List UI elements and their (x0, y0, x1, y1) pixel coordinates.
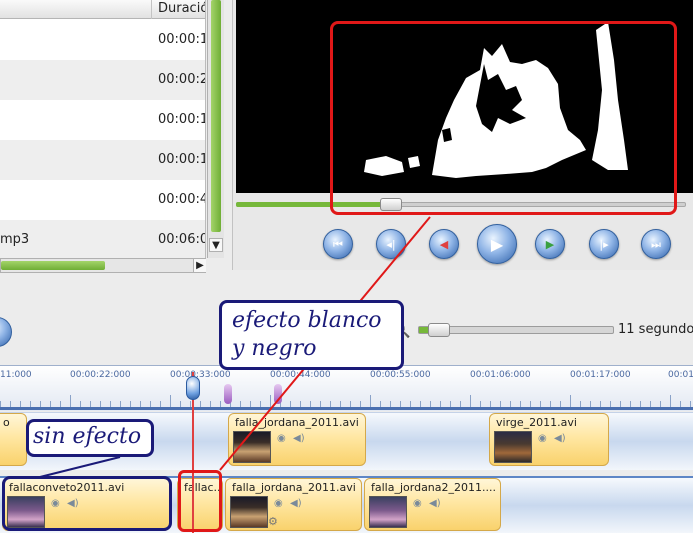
annotation-no-effect-callout: sin efecto (26, 419, 154, 457)
timeline-clip[interactable]: falla_jordana2_2011.... ◉ ◀) (364, 478, 501, 531)
ruler-baseline (0, 407, 693, 410)
audio-speaker-icon[interactable]: ◀) (429, 498, 441, 509)
annotation-text: efecto blanco (232, 308, 382, 333)
horizontal-scroll-thumb[interactable] (1, 261, 105, 270)
step-forward-button[interactable]: ▶ (535, 229, 565, 259)
ruler-tick-label: 00:01:06:000 (470, 370, 531, 380)
ruler-tick-label: 11:000 (0, 370, 32, 380)
timeline-clip[interactable]: falla_jordana_2011.avi ◉ ◀) (228, 413, 366, 466)
timeline-clip[interactable]: o (0, 413, 27, 466)
annotation-text: sin efecto (33, 424, 142, 449)
ruler-tick-label: 00:00:33:000 (170, 370, 231, 380)
ruler-tick-label: 00:00:22:000 (70, 370, 131, 380)
clip-title: falla_jordana_2011.avi (232, 481, 356, 494)
scroll-right-arrow-icon[interactable]: ▶ (193, 259, 206, 272)
media-file-list[interactable]: Duració 00:00:1 00:00:2 00:00:1 00:00:1 … (0, 0, 206, 258)
annotation-effect-callout: efecto blanco y negro (219, 300, 404, 370)
step-forward-icon: ▶ (545, 238, 555, 251)
file-duration: 00:00:1 (158, 152, 206, 167)
timeline-left-button[interactable] (0, 317, 12, 347)
previous-marker-button[interactable]: ◂| (376, 229, 406, 259)
play-icon: ▶ (490, 235, 504, 254)
step-backward-button[interactable]: ◀ (429, 229, 459, 259)
ruler-tick-label: 00:00:55:000 (370, 370, 431, 380)
skip-start-icon: ⏮ (333, 238, 343, 251)
file-row[interactable]: 00:00:4 (0, 180, 206, 220)
annotation-clip-highlight (178, 470, 222, 532)
annotation-text: y negro (232, 336, 317, 361)
playhead-handle[interactable] (186, 376, 200, 400)
go-to-start-button[interactable]: ⏮ (323, 229, 353, 259)
effect-gear-icon[interactable]: ⚙ (268, 515, 278, 528)
annotation-preview-highlight (330, 21, 677, 215)
clip-title: o (3, 416, 10, 429)
ruler-ticks (0, 395, 693, 407)
file-duration: 00:06:0 (158, 232, 206, 247)
next-marker-icon: |▸ (599, 238, 609, 251)
zoom-scale-label: 11 segundo (618, 322, 693, 337)
clip-title: falla_jordana2_2011.... (371, 481, 496, 494)
file-row[interactable]: 00:00:1 (0, 20, 206, 60)
visibility-eye-icon[interactable]: ◉ (277, 433, 286, 444)
column-separator[interactable] (151, 0, 152, 19)
ruler-tick (170, 395, 171, 407)
video-editor-window: Duració 00:00:1 00:00:2 00:00:1 00:00:1 … (0, 0, 693, 533)
ruler-tick (670, 395, 671, 407)
duration-column-header[interactable]: Duració (158, 1, 205, 16)
ruler-tick-label: 00:00:44:000 (270, 370, 331, 380)
ruler-tick (270, 395, 271, 407)
clip-thumbnail (233, 431, 271, 463)
ruler-tick (570, 395, 571, 407)
step-back-icon: ◀ (439, 238, 449, 251)
ruler-tick-label: 00:01:17:000 (570, 370, 631, 380)
skip-end-icon: ⏭ (651, 238, 661, 251)
clip-title: virge_2011.avi (496, 416, 577, 429)
ruler-tick-label: 00:01 (668, 370, 693, 380)
vertical-scroll-thumb[interactable] (211, 0, 221, 232)
clip-title: falla_jordana_2011.avi (235, 416, 359, 429)
visibility-eye-icon[interactable]: ◉ (538, 433, 547, 444)
file-name: mp3 (0, 232, 30, 247)
audio-speaker-icon[interactable]: ◀) (290, 498, 302, 509)
file-row[interactable]: 00:00:2 (0, 60, 206, 100)
clip-thumbnail (230, 496, 268, 528)
timeline-clip[interactable]: falla_jordana_2011.avi ◉ ◀) ⚙ (225, 478, 362, 531)
file-list-header: Duració (0, 0, 205, 19)
file-duration: 00:00:2 (158, 72, 206, 87)
clip-thumbnail (369, 496, 407, 528)
file-row[interactable]: 00:00:1 (0, 140, 206, 180)
file-duration: 00:00:1 (158, 32, 206, 47)
annotation-clip-outline (2, 476, 172, 531)
ruler-tick (470, 395, 471, 407)
clip-thumbnail (494, 431, 532, 463)
next-marker-button[interactable]: |▸ (589, 229, 619, 259)
file-duration: 00:00:1 (158, 112, 206, 127)
timeline-marker[interactable] (224, 384, 232, 404)
file-row[interactable]: 00:00:1 (0, 100, 206, 140)
timeline-marker[interactable] (274, 384, 282, 404)
visibility-eye-icon[interactable]: ◉ (274, 498, 283, 509)
file-list-horizontal-scrollbar[interactable]: ▶ (0, 258, 206, 273)
timeline-clip[interactable]: virge_2011.avi ◉ ◀) (489, 413, 609, 466)
audio-speaker-icon[interactable]: ◀) (554, 433, 566, 444)
ruler-tick (70, 395, 71, 407)
visibility-eye-icon[interactable]: ◉ (413, 498, 422, 509)
audio-speaker-icon[interactable]: ◀) (293, 433, 305, 444)
play-button[interactable]: ▶ (477, 224, 517, 264)
go-to-end-button[interactable]: ⏭ (641, 229, 671, 259)
file-list-vertical-scrollbar[interactable]: ▼ (207, 0, 224, 258)
previous-marker-icon: ◂| (386, 238, 396, 251)
file-row[interactable]: mp3 00:06:0 (0, 220, 206, 258)
zoom-slider-knob[interactable] (428, 323, 450, 337)
ruler-tick (370, 395, 371, 407)
file-duration: 00:00:4 (158, 192, 206, 207)
scroll-down-arrow-icon[interactable]: ▼ (209, 238, 223, 252)
